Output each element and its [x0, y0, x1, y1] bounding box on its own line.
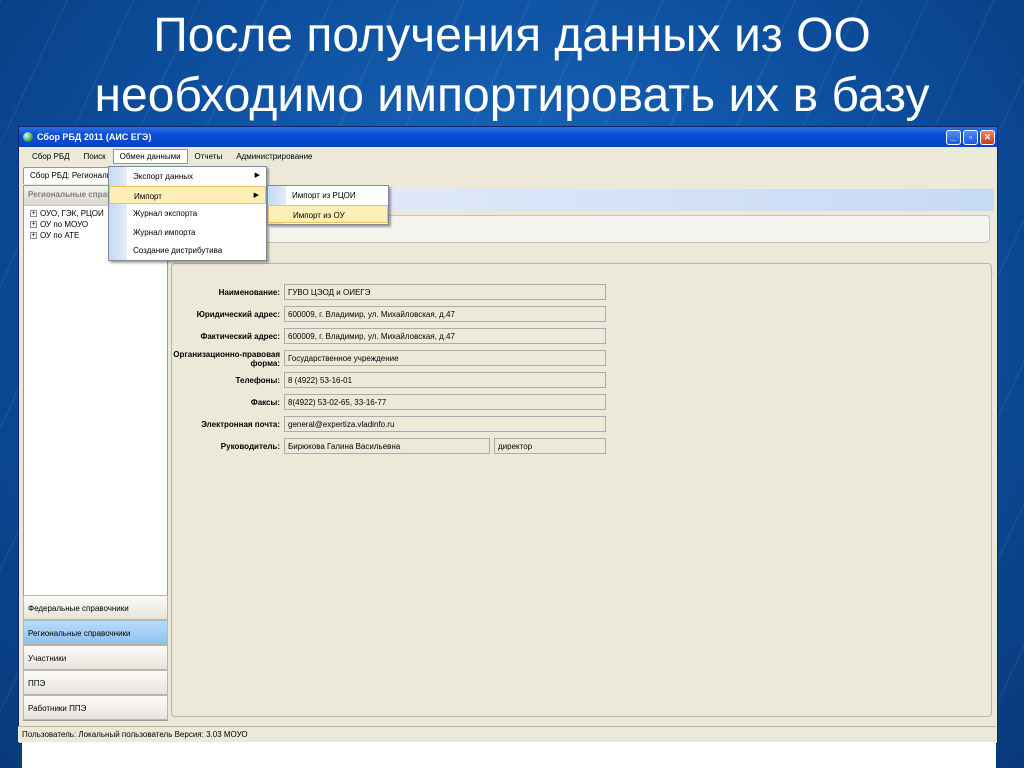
org-form-field[interactable]: Государственное учреждение [284, 350, 606, 366]
tree-item-label: ОУ по АТЕ [40, 231, 80, 240]
nav-participants[interactable]: Участники [23, 645, 168, 670]
phones-label: Телефоны: [235, 376, 280, 385]
left-panel-buttons: Федеральные справочники Региональные спр… [23, 595, 168, 720]
head-name-field[interactable]: Бирюкова Галина Васильевна [284, 438, 490, 454]
import-submenu: Импорт из РЦОИ Импорт из ОУ [267, 185, 389, 225]
menu-item-import-journal[interactable]: Журнал импорта [109, 223, 266, 242]
menu-item-create-distribution[interactable]: Создание дистрибутива [109, 241, 266, 260]
menubar: Сбор РБД Поиск Обмен данными Отчеты Адми… [19, 147, 997, 165]
name-field[interactable]: ГУВО ЦЭОД и ОИЕГЭ [284, 284, 606, 300]
expand-icon[interactable]: + [30, 210, 37, 217]
restore-button[interactable]: ▫ [963, 129, 978, 145]
expand-icon[interactable]: + [30, 232, 37, 239]
faxes-label: Факсы: [250, 398, 280, 407]
org-form-label: Организационно-правовая форма: [173, 350, 280, 368]
tab-regional-reference[interactable]: Сбор РБД: Региональные справочники [23, 167, 118, 184]
legal-address-label: Юридический адрес: [196, 310, 280, 319]
phones-field[interactable]: 8 (4922) 53-16-01 [284, 372, 606, 388]
window-title: Сбор РБД 2011 (АИС ЕГЭ) [37, 132, 152, 142]
menu-item-label: Экспорт данных [133, 172, 193, 181]
details-group-box: Наименование: ГУВО ЦЭОД и ОИЕГЭ Юридичес… [171, 263, 992, 717]
menu-item-import-from-rcoi[interactable]: Импорт из РЦОИ [268, 186, 388, 205]
submenu-arrow-icon: ▶ [254, 172, 260, 179]
status-bar: Пользователь: Локальный пользователь Вер… [18, 726, 996, 742]
menu-item-label: Импорт [134, 191, 162, 201]
menu-item-import-from-ou[interactable]: Импорт из ОУ [268, 204, 388, 223]
expand-icon[interactable]: + [30, 221, 37, 228]
menu-item-export-journal[interactable]: Журнал экспорта [109, 204, 266, 223]
nav-ppe-workers[interactable]: Работники ППЭ [23, 695, 168, 720]
menu-administration[interactable]: Администрирование [229, 149, 319, 164]
slide-title-line-2: необходимо импортировать их в базу [94, 69, 930, 122]
app-icon [23, 132, 33, 142]
nav-ppe[interactable]: ППЭ [23, 670, 168, 695]
slide-title-line-1: После получения данных из ОО [153, 9, 871, 62]
menu-data-exchange[interactable]: Обмен данными [112, 148, 188, 164]
head-label: Руководитель: [220, 442, 280, 451]
tree-item-label: ОУ по МОУО [40, 220, 89, 229]
head-position-field[interactable]: директор [494, 438, 606, 454]
nav-regional-reference[interactable]: Региональные справочники [23, 620, 168, 645]
minimize-button[interactable]: _ [946, 129, 961, 145]
menu-search[interactable]: Поиск [76, 149, 112, 164]
nav-federal-reference[interactable]: Федеральные справочники [23, 595, 168, 620]
email-field[interactable]: general@expertiza.vladinfo.ru [284, 416, 606, 432]
bottom-blank-area [22, 742, 996, 768]
menu-reports[interactable]: Отчеты [188, 149, 230, 164]
name-label: Наименование: [218, 288, 280, 297]
tree-item-label: ОУО, ГЭК, РЦОИ [40, 209, 104, 218]
menu-item-import[interactable]: Импорт ▶ [109, 185, 266, 204]
data-exchange-dropdown: Экспорт данных ▶ Импорт ▶ Журнал экспорт… [108, 166, 267, 261]
close-button[interactable]: ✕ [980, 129, 995, 145]
faxes-field[interactable]: 8(4922) 53-02-65, 33-16-77 [284, 394, 606, 410]
actual-address-field[interactable]: 600009, г. Владимир, ул. Михайловская, д… [284, 328, 606, 344]
main-panel: Наименование: ГУВО ЦЭОД и ОИЕГЭ Юридичес… [171, 185, 996, 721]
menu-item-export-data[interactable]: Экспорт данных ▶ [109, 167, 266, 186]
email-label: Электронная почта: [201, 420, 280, 429]
window-titlebar[interactable]: Сбор РБД 2011 (АИС ЕГЭ) _ ▫ ✕ [19, 127, 997, 147]
slide-title: После получения данных из ОО необходимо … [0, 6, 1024, 126]
menu-sbor-rbd[interactable]: Сбор РБД [25, 149, 76, 164]
legal-address-field[interactable]: 600009, г. Владимир, ул. Михайловская, д… [284, 306, 606, 322]
submenu-arrow-icon: ▶ [253, 191, 259, 199]
actual-address-label: Фактический адрес: [200, 332, 281, 341]
